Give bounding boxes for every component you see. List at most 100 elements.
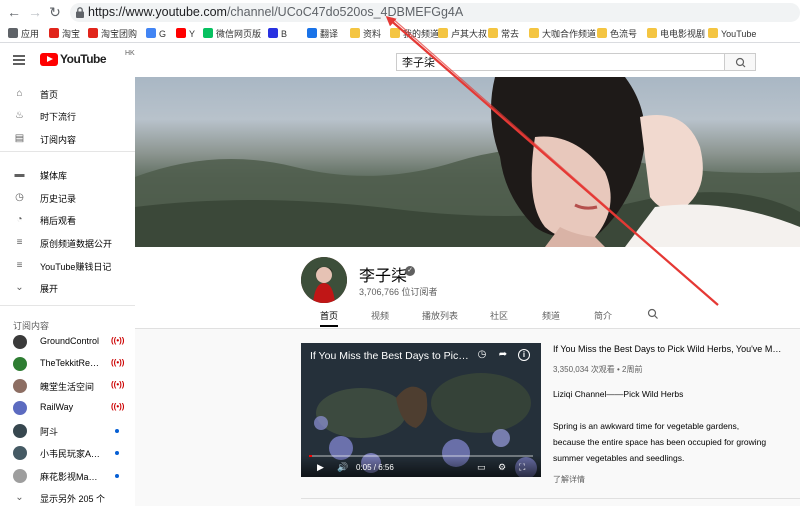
bookmark-item[interactable]: 电电影视剧 bbox=[647, 27, 705, 41]
subscription-item[interactable]: GroundControl ((•)) bbox=[0, 331, 135, 353]
bookmark-item[interactable]: 微信网页版 bbox=[203, 27, 261, 41]
live-icon: ((•)) bbox=[111, 402, 125, 411]
bookmark-item[interactable]: 卢其大叔 bbox=[438, 27, 487, 41]
bookmark-item[interactable]: 我的频道 bbox=[390, 27, 439, 41]
tab-channels[interactable]: 频道 bbox=[542, 309, 560, 327]
folder-icon: ▬ bbox=[14, 169, 25, 180]
info-icon[interactable]: i bbox=[518, 349, 530, 361]
channel-avatar[interactable] bbox=[301, 257, 347, 303]
back-icon[interactable]: ← bbox=[6, 4, 22, 20]
sidebar-item[interactable]: ▤ 订阅内容 bbox=[0, 128, 135, 150]
avatar bbox=[13, 357, 27, 371]
subtitles-icon[interactable]: ▭ bbox=[477, 462, 486, 472]
sidebar-item[interactable]: ◷ 历史记录 bbox=[0, 187, 135, 209]
sidebar-item[interactable]: ≡ 原创频道数据公开 bbox=[0, 232, 135, 254]
bookmark-item[interactable]: Y bbox=[176, 27, 195, 41]
subscription-label: 小韦民玩家Aver... bbox=[40, 449, 102, 459]
tab-about[interactable]: 简介 bbox=[594, 309, 612, 327]
bookmark-item[interactable]: 色流号 bbox=[597, 27, 637, 41]
read-more-link[interactable]: 了解详情 bbox=[553, 474, 585, 485]
youtube-wordmark: YouTube bbox=[60, 52, 107, 66]
sidebar-divider bbox=[0, 305, 135, 306]
share-icon[interactable]: ➦ bbox=[497, 349, 509, 361]
youtube-play-icon bbox=[40, 53, 58, 66]
bookmark-label: 卢其大叔 bbox=[451, 29, 488, 39]
channel-name: 李子柒 bbox=[359, 268, 408, 285]
sidebar-item[interactable]: ⌂ 首页 bbox=[0, 83, 135, 105]
new-content-dot bbox=[115, 474, 119, 478]
bookmark-item[interactable]: 大咖合作频道 bbox=[529, 27, 596, 41]
tab-home[interactable]: 首页 bbox=[320, 309, 339, 327]
channel-header: 李子柒 ✓ 3,706,766 位订阅者 首页 视频 播放列表 社区 频道 简介 bbox=[135, 247, 800, 329]
bookmark-item[interactable]: 淘宝 bbox=[49, 27, 80, 41]
channel-search-icon[interactable] bbox=[647, 308, 659, 320]
video-overlay-title[interactable]: If You Miss the Best Days to Pick ... bbox=[310, 350, 470, 362]
bookmark-label: 电电影视剧 bbox=[660, 29, 706, 39]
menu-icon[interactable] bbox=[13, 55, 25, 65]
subscription-item[interactable]: RailWay ((•)) bbox=[0, 397, 135, 419]
sidebar-item[interactable]: ◔ 稍后观看 bbox=[0, 209, 135, 231]
tab-videos[interactable]: 视频 bbox=[371, 309, 389, 327]
bookmark-item[interactable]: 常去 bbox=[488, 27, 519, 41]
featured-video-player[interactable]: If You Miss the Best Days to Pick ... ◷ … bbox=[301, 343, 541, 477]
bookmark-item[interactable]: YouTube bbox=[708, 27, 756, 41]
flame-icon: ♨ bbox=[15, 110, 24, 121]
settings-icon[interactable]: ⚙ bbox=[498, 462, 506, 472]
search-field[interactable] bbox=[396, 53, 725, 71]
progress-bar[interactable] bbox=[309, 455, 533, 457]
sidebar-item-label: 原创频道数据公开 bbox=[40, 239, 113, 249]
sidebar-item-label: 首页 bbox=[40, 90, 59, 100]
search-button[interactable] bbox=[724, 53, 756, 71]
search-icon bbox=[735, 57, 746, 68]
bookmark-icon bbox=[176, 28, 186, 38]
sidebar-item-label: 历史记录 bbox=[40, 194, 77, 204]
tabs-divider bbox=[135, 328, 800, 329]
bookmark-item[interactable]: 资料 bbox=[350, 27, 381, 41]
address-bar[interactable]: https://www.youtube.com/channel/UCoC47do… bbox=[70, 3, 800, 22]
bookmark-label: 淘宝 bbox=[62, 29, 81, 39]
main-content: 李子柒 ✓ 3,706,766 位订阅者 首页 视频 播放列表 社区 频道 简介… bbox=[135, 77, 800, 506]
tab-community[interactable]: 社区 bbox=[490, 309, 508, 327]
video-title[interactable]: If You Miss the Best Days to Pick Wild H… bbox=[553, 344, 783, 354]
bookmark-label: 翻译 bbox=[320, 29, 339, 39]
reload-icon[interactable]: ↻ bbox=[47, 4, 63, 20]
bookmark-item[interactable]: G bbox=[146, 27, 166, 41]
bookmark-item[interactable]: 淘宝团购 bbox=[88, 27, 137, 41]
bookmarks-bar: 应用 淘宝 淘宝团购 G Y 微信网页版 B 翻译 资料 我的频道 卢其大叔 常去 大咖合作频道 色流号 电… bbox=[0, 25, 800, 43]
fullscreen-icon[interactable]: ⛶ bbox=[519, 462, 525, 472]
sidebar-item-label: 稍后观看 bbox=[40, 216, 77, 226]
sidebar-item[interactable]: ♨ 时下流行 bbox=[0, 105, 135, 127]
subscription-item[interactable]: 麻花影视Mahua... bbox=[0, 465, 135, 487]
bookmark-label: Y bbox=[189, 29, 196, 39]
bookmark-label: 资料 bbox=[363, 29, 382, 39]
apps-icon bbox=[8, 28, 18, 38]
volume-icon[interactable]: 🔊 bbox=[337, 462, 348, 472]
bookmark-icon bbox=[88, 28, 98, 38]
sidebar-item-label: 时下流行 bbox=[40, 112, 77, 122]
bookmark-icon bbox=[597, 28, 607, 38]
url-host: https://www.youtube.com bbox=[88, 5, 227, 19]
subscription-item[interactable]: 阿斗 bbox=[0, 420, 135, 442]
watch-later-icon[interactable]: ◷ bbox=[476, 349, 488, 361]
url-text[interactable]: https://www.youtube.com/channel/UCoC47do… bbox=[88, 5, 463, 19]
subscription-item[interactable]: TheTekkitRealm ((•)) bbox=[0, 353, 135, 375]
bookmark-icon bbox=[268, 28, 278, 38]
sidebar-item[interactable]: ⌄ 展开 bbox=[0, 277, 135, 299]
subscription-item[interactable]: 魄堂生活空间 ((•)) bbox=[0, 375, 135, 397]
show-more-label: 显示另外 205 个 bbox=[40, 494, 106, 504]
tab-playlists[interactable]: 播放列表 bbox=[422, 309, 458, 327]
search-input[interactable] bbox=[397, 54, 724, 70]
bookmark-item[interactable]: 翻译 bbox=[307, 27, 338, 41]
bookmark-item[interactable]: 应用 bbox=[8, 27, 39, 41]
play-icon[interactable]: ▶ bbox=[317, 462, 324, 472]
live-icon: ((•)) bbox=[111, 380, 125, 389]
avatar bbox=[13, 424, 27, 438]
sidebar-item[interactable]: ▬ 媒体库 bbox=[0, 164, 135, 186]
subscription-item[interactable]: 小韦民玩家Aver... bbox=[0, 442, 135, 464]
forward-icon[interactable]: → bbox=[27, 4, 43, 20]
bookmark-icon bbox=[203, 28, 213, 38]
sidebar-item[interactable]: ≡ YouTube赚钱日记 bbox=[0, 255, 135, 277]
bookmark-label: 色流号 bbox=[610, 29, 638, 39]
bookmark-item[interactable]: B bbox=[268, 27, 287, 41]
bookmark-label: 常去 bbox=[501, 29, 520, 39]
